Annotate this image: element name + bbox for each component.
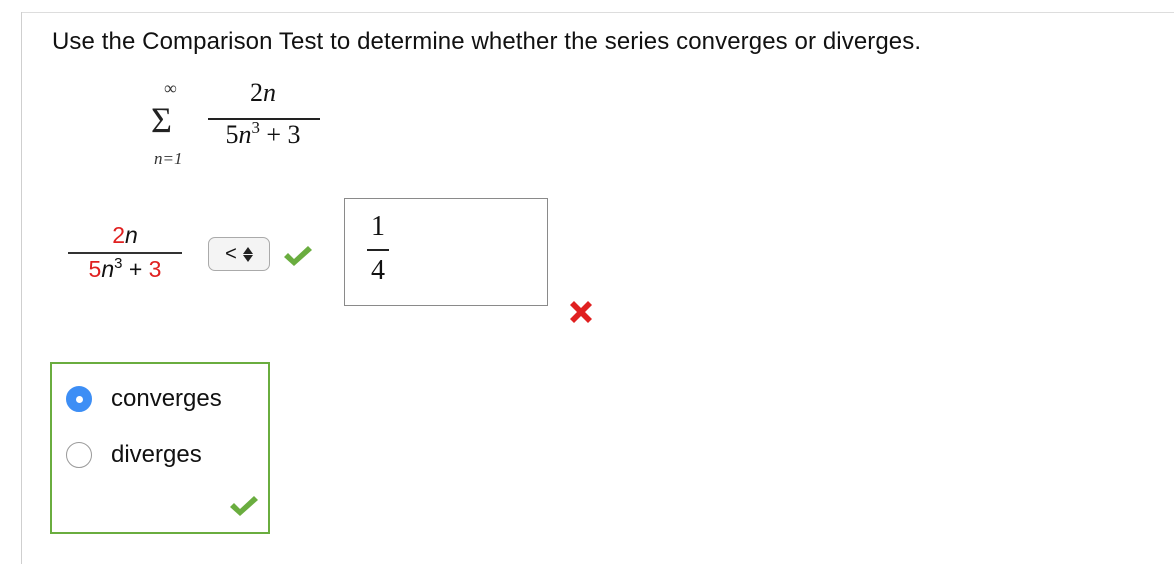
left-divider — [21, 12, 22, 564]
comparison-denominator: 5n3 + 3 — [88, 255, 162, 282]
radio-selected-icon[interactable] — [66, 386, 92, 412]
comparison-fraction-bar — [68, 252, 182, 254]
top-divider — [22, 12, 1174, 13]
option-label: converges — [111, 385, 222, 412]
operator-value: < — [225, 242, 237, 265]
sum-upper-limit: ∞ — [164, 78, 177, 98]
answer-fraction-bar — [367, 249, 389, 251]
radio-unselected-icon[interactable] — [66, 442, 92, 468]
check-icon — [284, 246, 312, 266]
series-denominator: 5n3 + 3 — [225, 117, 301, 149]
option-label: diverges — [111, 441, 202, 468]
option-converges[interactable]: converges — [66, 385, 222, 413]
sum-lower-limit: n=1 — [154, 149, 183, 168]
cross-icon — [570, 301, 592, 323]
sigma-icon: Σ — [151, 100, 172, 140]
check-icon — [230, 496, 258, 516]
comparison-operator-select[interactable]: < — [208, 237, 270, 271]
comparison-numerator: 2n — [112, 222, 138, 248]
select-arrows-icon — [242, 246, 253, 262]
comparison-fraction: 2n 5n3 + 3 — [66, 222, 184, 294]
answer-fraction: 1 4 — [363, 205, 393, 295]
question-text: Use the Comparison Test to determine whe… — [52, 28, 922, 55]
answer-denominator: 4 — [371, 255, 385, 286]
answer-input[interactable]: 1 4 — [344, 198, 548, 306]
answer-numerator: 1 — [371, 211, 385, 242]
series-term-fraction: 2n 5n3 + 3 — [204, 78, 322, 158]
option-diverges[interactable]: diverges — [66, 441, 202, 469]
series-summation: ∞ Σ n=1 — [146, 78, 196, 178]
series-numerator: 2n — [250, 78, 276, 107]
